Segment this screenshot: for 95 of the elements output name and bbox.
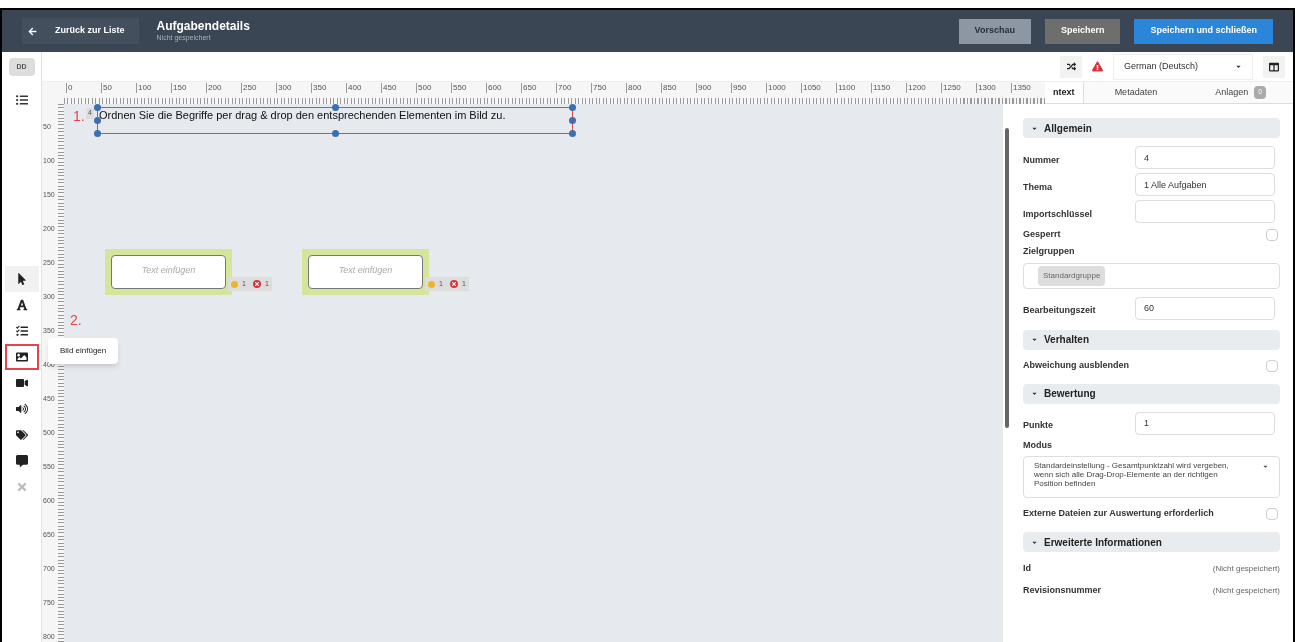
field-label: Gesperrt [1023, 228, 1061, 242]
columns-icon [1269, 61, 1279, 72]
header-button[interactable]: Speichern und schließen [1134, 18, 1273, 44]
field-label: Importschlüssel [1023, 208, 1093, 219]
tool-button[interactable] [4, 266, 39, 292]
header-button[interactable]: Vorschau [958, 18, 1031, 44]
ruler-label: 1300 [976, 83, 996, 93]
ruler-label: 800 [626, 83, 642, 93]
ruler-label: 50 [101, 83, 112, 93]
ruler-label: 1150 [871, 83, 891, 93]
ruler-label: 350 [311, 83, 327, 93]
question-text-box[interactable]: Ordnen Sie die Begriffe per drag & drop den entsprechenden Elementen im Bild zu. [97, 107, 573, 134]
ruler-label: 600 [486, 83, 502, 93]
language-select[interactable]: German (Deutsch) [1113, 53, 1253, 80]
panel-tab[interactable]: Metadaten [1083, 82, 1189, 103]
wrong-icon [252, 280, 261, 288]
ruler-label: 950 [731, 83, 747, 93]
caret-icon [1235, 63, 1242, 70]
step-annotation: 1. [73, 107, 85, 126]
field-label: Modus [1023, 438, 1053, 452]
comment-icon [15, 455, 28, 467]
layout-button[interactable] [1263, 55, 1285, 78]
text-field[interactable]: 60 [1135, 296, 1275, 320]
text-field[interactable] [1135, 200, 1275, 223]
speaker-icon [15, 403, 28, 415]
back-arrow-icon [28, 26, 37, 36]
mode-select[interactable]: Standardeinstellung - Gesamtpunktzahl wird vergeben, wenn sich alle Drag-Drop-Elemente an der richtigen Position befinden [1023, 456, 1280, 498]
field-label: Thema [1023, 181, 1052, 192]
ruler-label: 500 [416, 83, 432, 93]
tooltip: Bild einfügen [48, 338, 119, 364]
caret-icon [1031, 390, 1038, 397]
list-icon[interactable] [15, 94, 28, 106]
field-value: (Nicht gespeichert) [1212, 585, 1280, 597]
field-label: Punkte [1023, 420, 1053, 430]
ruler-label: 1100 [836, 83, 856, 93]
section-header[interactable]: Bewertung [1023, 383, 1280, 404]
ruler-label: 450 [381, 83, 397, 93]
caret-icon [1262, 463, 1269, 470]
ruler-label: 250 [241, 83, 257, 93]
ruler-label: 1000 [766, 83, 786, 93]
field-label: Bearbeitungszeit [1023, 305, 1096, 315]
checkbox[interactable] [1266, 359, 1278, 372]
field-label: Nummer [1023, 154, 1060, 165]
ruler-label: 1050 [801, 83, 821, 93]
close-icon [15, 481, 28, 493]
ruler-label: 0 [66, 83, 73, 93]
checklist-icon [15, 325, 28, 337]
video-camera-icon [15, 377, 28, 389]
ruler-label: 650 [521, 83, 537, 93]
ruler-label: 200 [206, 83, 222, 93]
ruler-label: 550 [451, 83, 467, 93]
field-label: Externe Dateien zur Auswertung erforderlich [1023, 507, 1214, 521]
field-label: Zielgruppen [1023, 245, 1076, 258]
ruler-label: 100 [136, 83, 152, 93]
checkbox[interactable] [1266, 508, 1278, 520]
ruler-label: 1350 [1011, 83, 1031, 93]
tag-field[interactable]: Standardgruppe [1023, 262, 1280, 289]
warning-icon [1092, 61, 1103, 72]
header-button[interactable]: Speichern [1044, 18, 1121, 44]
ruler-label: 1200 [906, 83, 926, 93]
ruler-label: 900 [696, 83, 712, 93]
checkbox[interactable] [1266, 229, 1278, 241]
ruler-label: 700 [556, 83, 572, 93]
shuffle-button[interactable] [1060, 55, 1082, 78]
field-label: Id [1023, 562, 1031, 576]
back-button[interactable]: Zurück zur Liste [22, 18, 139, 44]
tag: Standardgruppe [1038, 265, 1106, 286]
scrollbar-thumb[interactable] [1004, 128, 1009, 428]
shuffle-icon [1066, 62, 1076, 71]
section-header[interactable]: Erweiterte Informationen [1023, 532, 1280, 552]
ruler-label: 750 [591, 83, 607, 93]
pointer-icon [15, 273, 28, 285]
step-annotation: 2. [70, 311, 82, 330]
ruler-label: 400 [346, 83, 362, 93]
section-header[interactable]: Allgemein [1023, 118, 1280, 138]
tool-button[interactable] [4, 344, 39, 370]
ruler-label: 850 [661, 83, 677, 93]
tags-icon [15, 429, 28, 441]
wrong-icon [449, 280, 458, 288]
text-icon [15, 299, 28, 311]
ruler-label: 300 [276, 83, 292, 93]
resize-handle[interactable] [332, 104, 339, 111]
ruler-label: 1250 [941, 83, 961, 93]
caret-icon [1031, 336, 1038, 343]
text-field[interactable]: 1 Alle Aufgaben [1135, 173, 1275, 196]
ruler-label: 150 [171, 83, 187, 93]
field-label: Abweichung ausblenden [1023, 358, 1129, 372]
page-title: Aufgabendetails [156, 18, 250, 33]
text-field[interactable]: 1 [1135, 411, 1275, 435]
text-field[interactable]: 4 [1135, 146, 1275, 169]
field-label: Revisionsnummer [1023, 584, 1102, 598]
image-icon [15, 351, 28, 363]
field-value: (Nicht gespeichert) [1212, 563, 1280, 575]
resize-handle[interactable] [332, 130, 339, 137]
section-header[interactable]: Verhalten [1023, 329, 1280, 350]
